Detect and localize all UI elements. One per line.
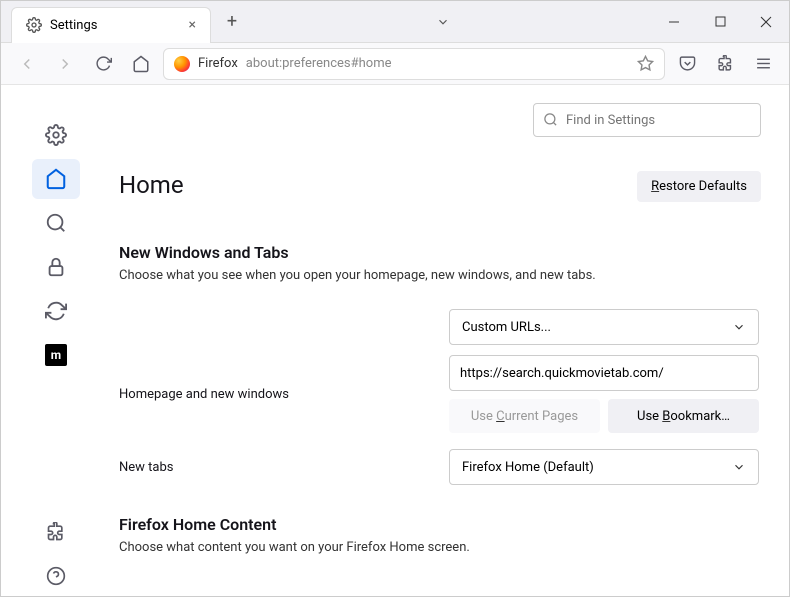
homepage-url-input[interactable]	[449, 355, 759, 391]
newtabs-mode-value: Firefox Home (Default)	[462, 460, 594, 475]
sidebar-item-more-mozilla[interactable]: m	[32, 335, 80, 375]
section-home-content-heading: Firefox Home Content	[119, 515, 761, 534]
extensions-button[interactable]	[709, 48, 741, 80]
newtabs-label: New tabs	[119, 460, 449, 475]
mozilla-icon: m	[45, 344, 67, 366]
use-bookmark-button[interactable]: Use Bookmark…	[608, 399, 759, 433]
sidebar-item-search[interactable]	[32, 203, 80, 243]
back-button[interactable]	[11, 48, 43, 80]
url-text: about:preferences#home	[246, 56, 392, 71]
forward-button[interactable]	[49, 48, 81, 80]
tab-title: Settings	[50, 18, 97, 33]
use-current-pages-button[interactable]: Use Current Pages	[449, 399, 600, 433]
find-settings	[533, 103, 761, 137]
sidebar-item-extensions[interactable]	[32, 512, 80, 552]
restore-defaults-button[interactable]: Restore Defaults	[637, 171, 761, 202]
close-tab-icon[interactable]: ×	[189, 17, 196, 33]
gear-icon	[26, 17, 42, 33]
reload-button[interactable]	[87, 48, 119, 80]
sidebar-item-support[interactable]	[32, 556, 80, 596]
settings-sidebar: m	[1, 85, 111, 596]
maximize-window-button[interactable]	[697, 1, 743, 43]
search-icon	[543, 112, 558, 127]
minimize-window-button[interactable]	[651, 1, 697, 43]
section-home-content-desc: Choose what content you want on your Fir…	[119, 540, 761, 555]
homepage-mode-select[interactable]: Custom URLs...	[449, 309, 759, 345]
homepage-mode-value: Custom URLs...	[462, 320, 551, 335]
nav-toolbar: Firefox about:preferences#home	[1, 43, 789, 85]
settings-main: Home Restore Defaults New Windows and Ta…	[111, 85, 789, 596]
sidebar-item-home[interactable]	[32, 159, 80, 199]
app-menu-button[interactable]	[747, 48, 779, 80]
chevron-down-icon	[732, 460, 746, 474]
new-tab-button[interactable]: +	[217, 7, 247, 37]
close-window-button[interactable]	[743, 1, 789, 43]
section-new-windows-heading: New Windows and Tabs	[119, 243, 761, 262]
newtabs-mode-select[interactable]: Firefox Home (Default)	[449, 449, 759, 485]
section-new-windows-desc: Choose what you see when you open your h…	[119, 268, 761, 283]
sidebar-item-privacy[interactable]	[32, 247, 80, 287]
tabs-overflow-icon[interactable]	[436, 15, 450, 29]
home-button[interactable]	[125, 48, 157, 80]
browser-tab[interactable]: Settings ×	[11, 7, 211, 43]
pocket-button[interactable]	[671, 48, 703, 80]
url-identity: Firefox	[198, 56, 238, 71]
url-bar[interactable]: Firefox about:preferences#home	[163, 48, 665, 80]
sidebar-item-sync[interactable]	[32, 291, 80, 331]
window-titlebar: Settings × +	[1, 1, 789, 43]
firefox-logo-icon	[174, 56, 190, 72]
chevron-down-icon	[732, 320, 746, 334]
sidebar-item-general[interactable]	[32, 115, 80, 155]
bookmark-star-icon[interactable]	[637, 55, 654, 72]
find-settings-input[interactable]	[533, 103, 761, 137]
homepage-label: Homepage and new windows	[119, 387, 449, 402]
